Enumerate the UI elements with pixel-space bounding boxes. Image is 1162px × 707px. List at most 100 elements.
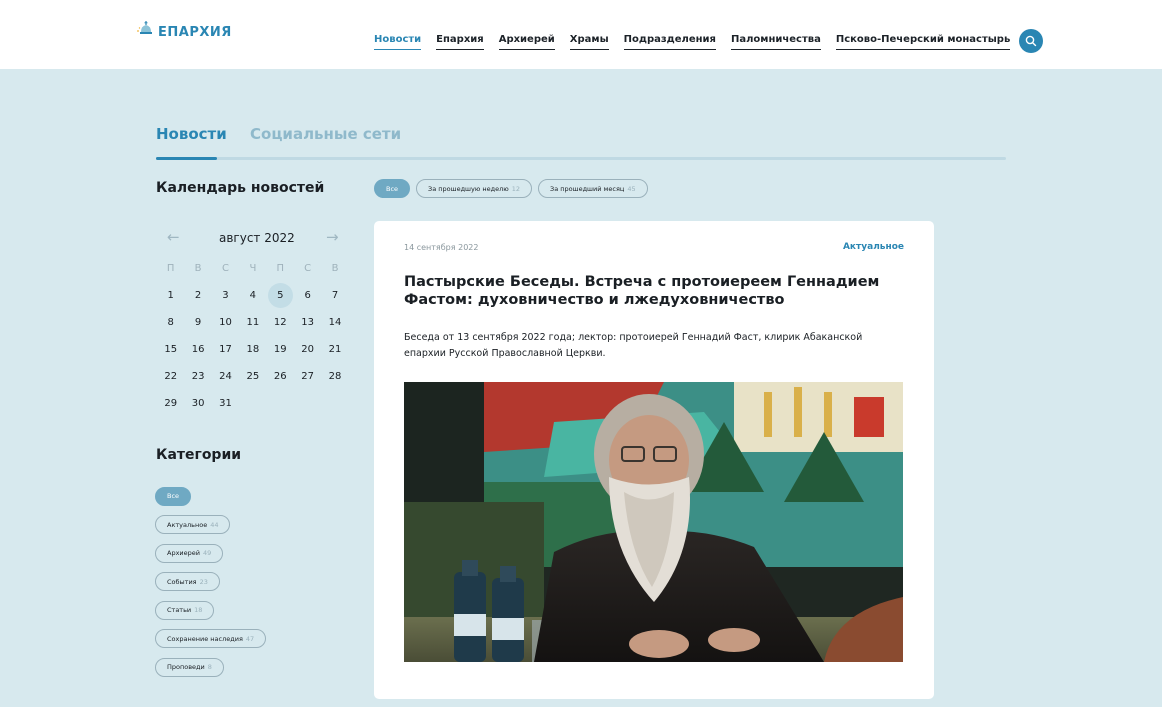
arrow-right-icon[interactable]: → [326, 229, 339, 245]
category-item: Сохранение наследия 47 [155, 626, 267, 655]
filter-pill[interactable]: За прошедший месяц 45 [538, 179, 648, 198]
calendar-week: 8 9 10 11 12 13 14 [157, 309, 349, 336]
tab-active-indicator [156, 157, 217, 160]
calendar-day[interactable]: 3 [212, 290, 239, 301]
calendar-day[interactable]: 7 [321, 290, 348, 301]
calendar-day[interactable]: 9 [184, 317, 211, 328]
calendar-day-number: 31 [219, 398, 232, 409]
category-pill-label: Статьи [167, 606, 192, 614]
category-pill-count: 49 [203, 549, 212, 557]
calendar-day[interactable]: 18 [239, 344, 266, 355]
category-pill[interactable]: Архиерей 49 [155, 543, 224, 563]
category-item: События 23 [155, 569, 266, 598]
calendar-day[interactable]: 31 [212, 398, 239, 409]
calendar-day[interactable]: 21 [321, 344, 348, 355]
calendar-day[interactable]: 17 [212, 344, 239, 355]
section-tabs: Новости Социальные сети [156, 125, 1006, 161]
weekday-label: С [304, 263, 312, 274]
calendar-day[interactable]: 1 [157, 290, 184, 301]
calendar-day-number: 28 [328, 371, 342, 382]
calendar-day-number: 29 [164, 398, 178, 409]
category-pill-count: 47 [245, 634, 255, 643]
filter-pill[interactable]: Все [374, 179, 411, 198]
category-pill-label: Актуальное [167, 520, 208, 529]
category-pill-label: Архиерей [167, 549, 200, 557]
nav-item-pilgrimages[interactable]: Паломничества [730, 34, 821, 50]
category-pill[interactable]: Проповеди 8 [155, 657, 224, 677]
nav-item-eparchy[interactable]: Епархия [436, 34, 484, 50]
calendar-day-number: 16 [191, 344, 205, 355]
nav-item-churches[interactable]: Храмы [569, 34, 609, 50]
calendar-day[interactable]: 10 [212, 317, 239, 328]
calendar-day-number: 30 [191, 398, 205, 409]
calendar-day[interactable]: 13 [294, 317, 321, 328]
nav-item-news[interactable]: Новости [374, 34, 422, 50]
category-item: Статьи 18 [155, 597, 266, 626]
article-lead: Беседа от 13 сентября 2022 года; лектор:… [404, 332, 863, 359]
calendar-day[interactable]: 27 [294, 371, 321, 382]
arrow-left-icon[interactable]: ← [167, 229, 180, 245]
calendar-day[interactable]: 15 [157, 344, 184, 355]
filter-pill-count: 45 [627, 184, 636, 193]
search-button[interactable] [1019, 29, 1043, 53]
period-filters: Все За прошедшую неделю 12 За прошедший мес… [374, 179, 654, 198]
article-category[interactable]: Актуальное [843, 242, 904, 253]
category-pill[interactable]: Сохранение наследия 47 [155, 629, 267, 648]
calendar-grid: П В С Ч П С В 1 2 3 4 5 6 7 8 9 10 11 12 13 14 15 16 17 18 19 20 21… [157, 255, 349, 417]
calendar-day[interactable]: 2 [184, 290, 211, 301]
calendar-day[interactable]: 28 [321, 371, 348, 382]
calendar-day[interactable]: 26 [267, 371, 294, 382]
article-photo[interactable] [404, 382, 903, 662]
category-item: Архиерей 49 [155, 540, 266, 569]
calendar-day[interactable]: 8 [157, 317, 184, 328]
calendar-day[interactable]: 11 [239, 317, 266, 328]
calendar-day[interactable]: 23 [184, 371, 211, 382]
calendar-day[interactable]: 12 [267, 317, 294, 328]
tab-news[interactable]: Новости [156, 125, 227, 143]
calendar-day[interactable]: 20 [294, 344, 321, 355]
calendar-day[interactable]: 6 [294, 290, 321, 301]
calendar-day[interactable]: 5 [267, 283, 294, 308]
calendar-day[interactable]: 14 [321, 317, 348, 328]
calendar-day-number: 26 [273, 371, 287, 382]
weekday-label: П [276, 263, 285, 274]
news-card[interactable]: 14 сентября 2022 Актуальное Пастырские Б… [374, 221, 934, 699]
calendar-title: Календарь новостей [156, 180, 325, 196]
calendar-week: 1 2 3 4 5 6 7 [157, 282, 349, 309]
nav-item-monastery[interactable]: Псково-Печерский монастырь [835, 34, 1011, 50]
weekday-label: В [331, 263, 339, 274]
tab-social[interactable]: Социальные сети [250, 125, 401, 143]
logo[interactable]: ЕПАРХИЯ [136, 20, 232, 40]
article-title[interactable]: Пастырские Беседы. Встреча с протоиереем… [404, 273, 904, 309]
calendar-day-number: 17 [219, 344, 232, 355]
weekday-label: С [221, 263, 229, 274]
calendar-day[interactable]: 29 [157, 398, 184, 409]
calendar-day-number: 18 [246, 344, 260, 355]
calendar-day[interactable]: 30 [184, 398, 211, 409]
calendar-month: август 2022 [219, 231, 295, 245]
calendar-day[interactable]: 25 [239, 371, 266, 382]
calendar-day[interactable]: 4 [239, 290, 266, 301]
calendar-day[interactable]: 19 [267, 344, 294, 355]
calendar-day[interactable]: 22 [157, 371, 184, 382]
category-pill-label: События [167, 577, 197, 586]
category-item: Актуальное 44 [155, 512, 266, 541]
nav-item-bishop[interactable]: Архиерей [498, 34, 555, 50]
calendar-day[interactable]: 24 [212, 371, 239, 382]
calendar-day-number: 22 [164, 371, 178, 382]
calendar-day[interactable]: 16 [184, 344, 211, 355]
calendar-week: 15 16 17 18 19 20 21 [157, 336, 349, 363]
category-pill[interactable]: Актуальное 44 [155, 515, 231, 534]
tabs-track [156, 157, 1006, 160]
category-pill[interactable]: События 23 [155, 572, 220, 591]
category-pill-count: 23 [199, 577, 208, 586]
nav-item-departments[interactable]: Подразделения [623, 34, 716, 50]
category-pill[interactable]: Статьи 18 [155, 600, 215, 620]
calendar-week: 22 23 24 25 26 27 28 [157, 363, 349, 390]
calendar-day-number: 23 [191, 371, 205, 382]
category-pill[interactable]: Все [155, 486, 192, 506]
logo-text: ЕПАРХИЯ [158, 25, 232, 40]
filter-pill[interactable]: За прошедшую неделю 12 [416, 179, 533, 198]
filter-pill-count: 12 [511, 184, 521, 193]
calendar-day-number: 21 [328, 344, 342, 355]
